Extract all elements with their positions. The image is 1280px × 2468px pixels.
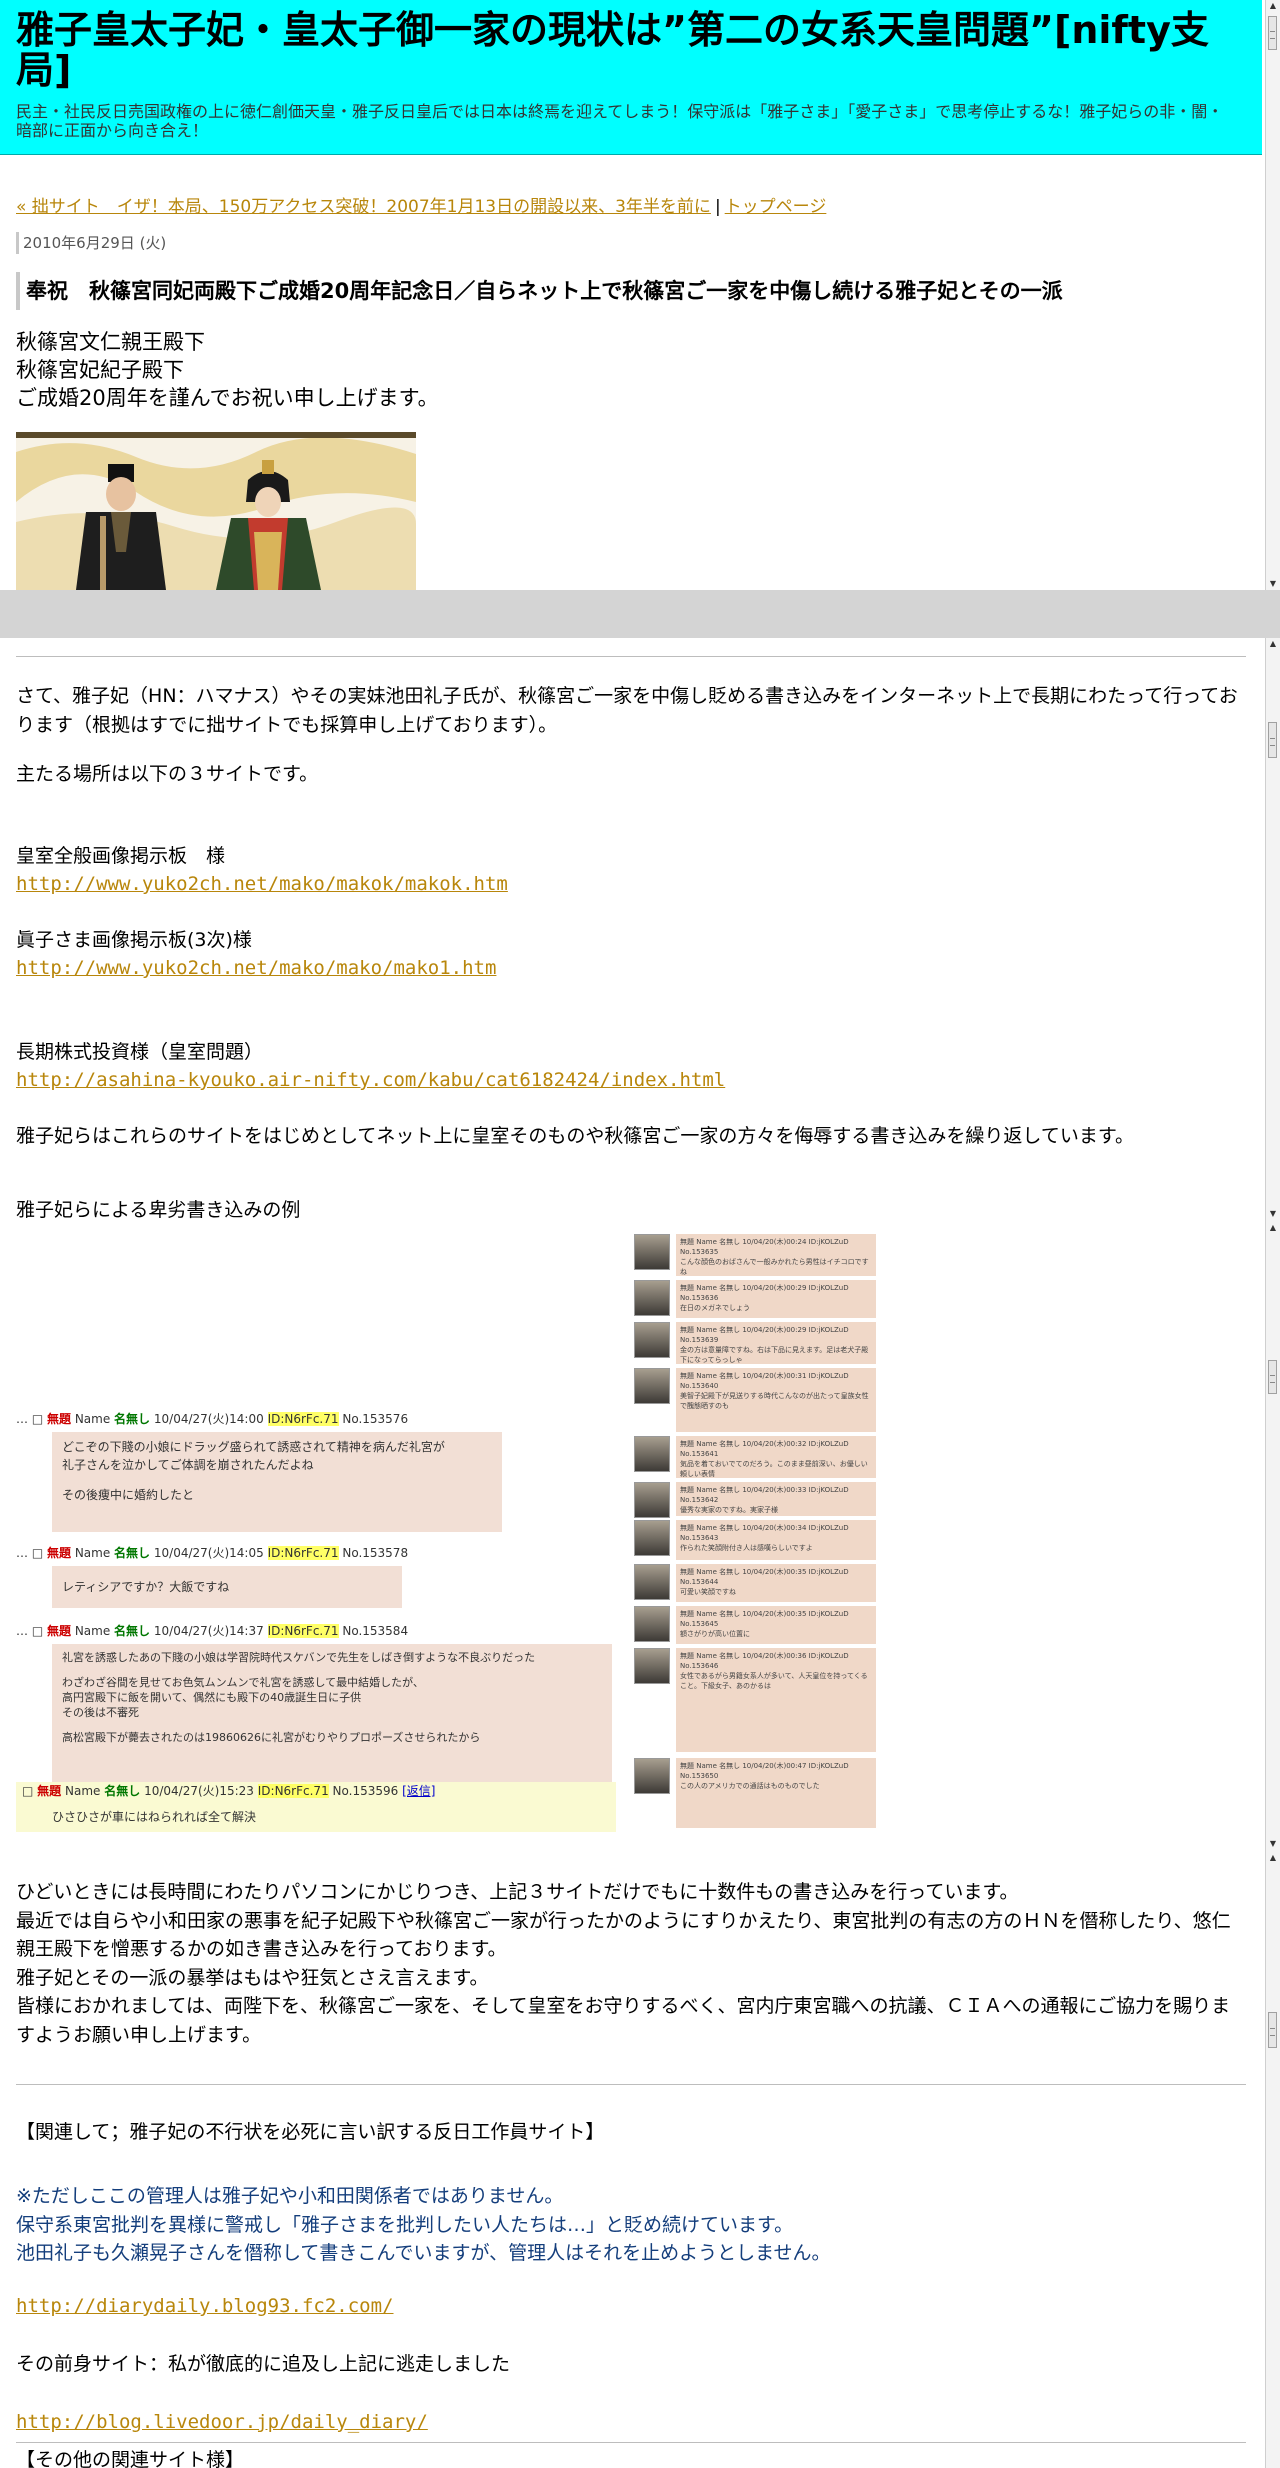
bbs-post-body: どこぞの下賤の小娘にドラッグ盛られて誘惑されて精神を病んだ礼宮が 礼子さんを泣か… [52, 1432, 502, 1532]
greeting-line: 秋篠宮文仁親王殿下 [16, 330, 205, 354]
greeting-text: 秋篠宮文仁親王殿下 秋篠宮妃紀子殿下 ご成婚20周年を謹んでお祝い申し上げます。 [16, 328, 439, 412]
examples-label: 雅子妃らによる卑劣書き込みの例 [16, 1199, 301, 1221]
divider [16, 656, 1246, 657]
main-paragraph: ひどいときには長時間にわたりパソコンにかじりつき、上記３サイトだけでもに十数件も… [16, 1881, 1231, 2046]
site-name: 皇室全般画像掲示板 様 [16, 845, 226, 867]
site-link[interactable]: http://asahina-kyouko.air-nifty.com/kabu… [16, 1069, 725, 1091]
wedding-photo [16, 432, 416, 590]
scroll-down-icon[interactable]: ▼ [1266, 1208, 1280, 1220]
site-name: 長期株式投資様（皇室問題） [16, 1041, 264, 1063]
avatar [634, 1520, 670, 1556]
avatar [634, 1758, 670, 1794]
bbs-image-post: 無題 Name 名無し 10/04/20(木)00:31 ID:jKOLZuD … [626, 1368, 926, 1432]
bbs-post: □ 無題 Name 名無し 10/04/27(火)15:23 ID:N6rFc.… [16, 1782, 616, 1832]
bbs-post: … □ 無題 Name 名無し 10/04/27(火)14:00 ID:N6rF… [16, 1410, 616, 1534]
avatar [634, 1564, 670, 1600]
avatar [634, 1234, 670, 1270]
bbs-thread-left: … □ 無題 Name 名無し 10/04/27(火)14:00 ID:N6rF… [16, 1234, 626, 1834]
bbs-post-body: ひさひさが車にはねられれば全て解決 [52, 1810, 257, 1824]
scroll-down-icon[interactable]: ▼ [1266, 578, 1280, 590]
bbs-image-post: 無題 Name 名無し 10/04/20(木)00:32 ID:jKOLZuD … [626, 1436, 926, 1478]
blog-subtitle: 民主・社民反日売国政権の上に徳仁創価天皇・雅子反日皇后では日本は終焉を迎えてしま… [16, 102, 1224, 140]
after-sites-paragraph: 雅子妃らはこれらのサイトをはじめとしてネット上に皇室そのものや秋篠宮ご一家の方々… [16, 1125, 1134, 1147]
bbs-post: … □ 無題 Name 名無し 10/04/27(火)14:05 ID:N6rF… [16, 1544, 616, 1610]
scroll-up-icon[interactable]: ▲ [1266, 1852, 1280, 1864]
bbs-post-header: … □ 無題 Name 名無し 10/04/27(火)14:05 ID:N6rF… [16, 1546, 409, 1560]
greeting-line: 秋篠宮妃紀子殿下 [16, 358, 184, 382]
bbs-image-post: 無題 Name 名無し 10/04/20(木)00:36 ID:jKOLZuD … [626, 1648, 926, 1752]
related-notes: ※ただしここの管理人は雅子妃や小和田関係者ではありません。 保守系東宮批判を異様… [16, 2185, 831, 2264]
site-link[interactable]: http://www.yuko2ch.net/mako/makok/makok.… [16, 873, 508, 895]
bbs-image-post: 無題 Name 名無し 10/04/20(木)00:34 ID:jKOLZuD … [626, 1520, 926, 1560]
sites-intro: 主たる場所は以下の３サイトです。 [16, 763, 319, 785]
post-date: 2010年6月29日 (火) [16, 232, 166, 254]
post-title: 奉祝 秋篠宮同妃両殿下ご成婚20周年記念日／自らネット上で秋篠宮ご一家を中傷し続… [16, 272, 1246, 310]
bbs-thread-right: 無題 Name 名無し 10/04/20(木)00:24 ID:jKOLZuD … [626, 1234, 926, 1834]
scrollbar-thumb[interactable] [1268, 722, 1277, 758]
scrollbar-thumb[interactable] [1268, 1360, 1277, 1394]
blog-title[interactable]: 雅子皇太子妃・皇太子御一家の現状は”第二の女系天皇問題”[nifty支局] [16, 10, 1236, 90]
prev-post-link[interactable]: « 拙サイト イザ！本局、150万アクセス突破！2007年1月13日の開設以来、… [16, 197, 711, 217]
other-sites-heading: 【その他の関連サイト様】 [16, 2449, 245, 2468]
browser-pane-top: 雅子皇太子妃・皇太子御一家の現状は”第二の女系天皇問題”[nifty支局] 民主… [0, 0, 1280, 590]
related-link[interactable]: http://diarydaily.blog93.fc2.com/ [16, 2295, 394, 2317]
scroll-up-icon[interactable]: ▲ [1266, 0, 1280, 12]
scrollbar-thumb[interactable] [1268, 2012, 1277, 2048]
avatar [634, 1436, 670, 1472]
bbs-image-post: 無題 Name 名無し 10/04/20(木)00:35 ID:jKOLZuD … [626, 1564, 926, 1602]
bbs-post-header: … □ 無題 Name 名無し 10/04/27(火)14:37 ID:N6rF… [16, 1624, 409, 1638]
nav-separator: | [714, 197, 721, 217]
scroll-down-icon[interactable]: ▼ [1266, 1838, 1280, 1850]
post-navigation: « 拙サイト イザ！本局、150万アクセス突破！2007年1月13日の開設以来、… [16, 192, 826, 217]
vertical-scrollbar-top[interactable]: ▲ ▼ [1265, 0, 1280, 590]
wedding-photo-illustration [16, 432, 416, 590]
bbs-screenshot: … □ 無題 Name 名無し 10/04/27(火)14:00 ID:N6rF… [16, 1234, 926, 1834]
bbs-post-body: 礼宮を誘惑したあの下賤の小娘は学習院時代スケバンで先生をしばき倒すような不良ぶり… [52, 1644, 612, 1786]
avatar [634, 1280, 670, 1316]
bbs-post: … □ 無題 Name 名無し 10/04/27(火)14:37 ID:N6rF… [16, 1622, 616, 1786]
bbs-image-post: 無題 Name 名無し 10/04/20(木)00:29 ID:jKOLZuD … [626, 1322, 926, 1364]
bbs-image-post: 無題 Name 名無し 10/04/20(木)00:29 ID:jKOLZuD … [626, 1280, 926, 1318]
greeting-line: ご成婚20周年を謹んでお祝い申し上げます。 [16, 386, 439, 410]
bbs-post-header: … □ 無題 Name 名無し 10/04/27(火)14:00 ID:N6rF… [16, 1412, 409, 1426]
divider [16, 2442, 1246, 2443]
avatar [634, 1322, 670, 1358]
bbs-post-header: □ 無題 Name 名無し 10/04/27(火)15:23 ID:N6rFc.… [22, 1784, 436, 1798]
avatar [634, 1368, 670, 1404]
bbs-image-post: 無題 Name 名無し 10/04/20(木)00:35 ID:jKOLZuD … [626, 1606, 926, 1644]
avatar [634, 1606, 670, 1642]
top-page-link[interactable]: トップページ [725, 197, 827, 217]
related-link[interactable]: http://blog.livedoor.jp/daily_diary/ [16, 2411, 428, 2433]
avatar [634, 1648, 670, 1684]
bbs-image-post: 無題 Name 名無し 10/04/20(木)00:47 ID:jKOLZuD … [626, 1758, 926, 1828]
bbs-image-post: 無題 Name 名無し 10/04/20(木)00:33 ID:jKOLZuD … [626, 1482, 926, 1518]
related-heading: 【関連して；雅子妃の不行状を必死に言い訳する反日工作員サイト】 [16, 2121, 605, 2143]
reply-link[interactable]: [返信] [402, 1784, 435, 1798]
scroll-up-icon[interactable]: ▲ [1266, 1222, 1280, 1234]
vertical-scrollbar-bottom[interactable]: ▲ ▼ ▲ ▼ ▲ [1265, 638, 1280, 2468]
divider [16, 2084, 1246, 2085]
bbs-image-post: 無題 Name 名無し 10/04/20(木)00:24 ID:jKOLZuD … [626, 1234, 926, 1276]
browser-pane-bottom: さて、雅子妃（HN：ハマナス）やその実妹池田礼子氏が、秋篠宮ご一家を中傷し貶める… [0, 638, 1280, 2468]
predecessor-text: その前身サイト：私が徹底的に追及し上記に逃走しました [16, 2353, 511, 2375]
site-name: 眞子さま画像掲示板(3次)様 [16, 929, 252, 951]
intro-paragraph: さて、雅子妃（HN：ハマナス）やその実妹池田礼子氏が、秋篠宮ご一家を中傷し貶める… [16, 685, 1238, 736]
avatar [634, 1482, 670, 1518]
site-link[interactable]: http://www.yuko2ch.net/mako/mako/mako1.h… [16, 957, 496, 979]
blog-header: 雅子皇太子妃・皇太子御一家の現状は”第二の女系天皇問題”[nifty支局] 民主… [0, 0, 1262, 155]
bbs-post-body: レティシアですか？大飯ですね [52, 1566, 402, 1608]
scrollbar-thumb[interactable] [1268, 16, 1277, 50]
scroll-up-icon[interactable]: ▲ [1266, 638, 1280, 650]
